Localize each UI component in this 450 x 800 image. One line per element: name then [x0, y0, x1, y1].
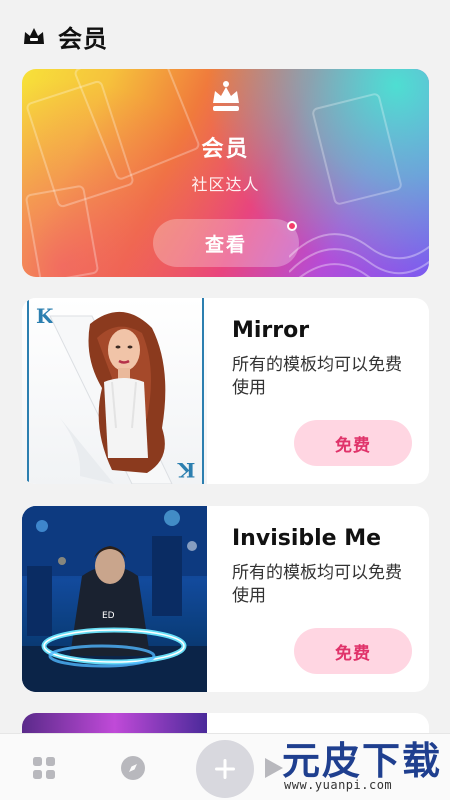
template-title: Mirror: [232, 318, 310, 343]
template-thumbnail: K K: [22, 298, 207, 484]
watermark-url: www.yuanpi.com: [284, 778, 393, 792]
banner-content: 会员 社区达人: [22, 79, 429, 195]
template-card-mirror[interactable]: K K Mirror 所有的模板均可以免费使用 免费: [22, 298, 429, 484]
crown-icon: [212, 81, 239, 111]
membership-banner[interactable]: 会员 社区达人 查看: [22, 69, 429, 277]
template-description: 所有的模板均可以免费使用: [232, 563, 402, 606]
view-button[interactable]: 查看: [153, 219, 299, 267]
watermark: 元皮下载 www.yuanpi.com: [276, 722, 450, 800]
grid-icon[interactable]: [32, 756, 56, 780]
plus-icon: [215, 759, 235, 779]
create-button[interactable]: [196, 740, 254, 798]
banner-subtitle: 社区达人: [191, 175, 260, 194]
free-button[interactable]: 免费: [294, 628, 412, 674]
mirror-portrait-art: [49, 311, 173, 484]
template-description: 所有的模板均可以免费使用: [232, 355, 402, 398]
template-card-invisible-me[interactable]: ED Invisible Me 所有的模板均可以免费使用 免费: [22, 506, 429, 692]
watermark-logo: 元皮下载: [282, 739, 443, 783]
svg-text:ED: ED: [102, 611, 115, 621]
free-button[interactable]: 免费: [294, 420, 412, 466]
page-title: 会员: [58, 24, 108, 53]
template-title: Invisible Me: [232, 526, 382, 551]
banner-title: 会员: [201, 137, 250, 162]
crown-icon: [24, 28, 44, 44]
notification-dot: [287, 221, 297, 231]
template-thumbnail: ED: [22, 506, 207, 692]
page-header: 会员: [22, 18, 108, 54]
compass-icon[interactable]: [120, 755, 146, 781]
invisible-me-art: ED: [22, 506, 207, 692]
